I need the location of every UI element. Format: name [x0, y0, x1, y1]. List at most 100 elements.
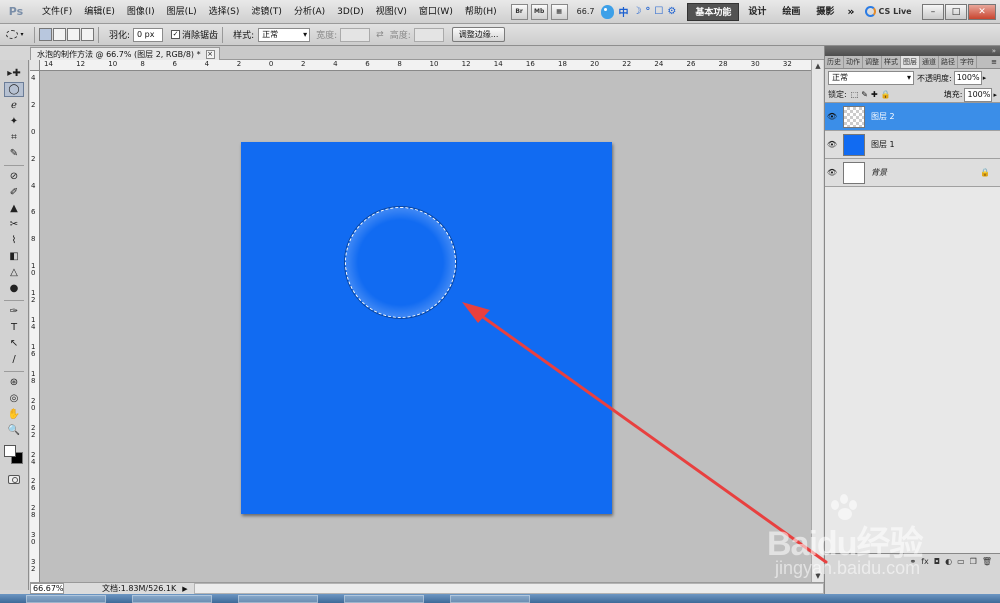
workspace-essentials[interactable]: 基本功能	[687, 2, 740, 21]
horizontal-ruler[interactable]: 14 12 10 8 6 4 2 0 2 4 6 8 10 12 14 16 18 20 22 24 26 28 30 32	[40, 60, 811, 71]
menu-view[interactable]: 视图(V)	[370, 1, 413, 23]
scroll-down-arrow-icon[interactable]: ▼	[813, 571, 823, 581]
ime-toolbar[interactable]: 中 ☽ ° ☐ ⚙	[598, 3, 679, 21]
status-zoom-field[interactable]: 66.67%	[30, 583, 64, 594]
collapse-arrow-icon[interactable]: »	[992, 47, 996, 55]
menu-edit[interactable]: 编辑(E)	[78, 1, 121, 23]
taskbar-item[interactable]	[26, 594, 106, 603]
subtract-selection-button[interactable]	[67, 28, 80, 41]
vertical-scrollbar[interactable]: ▲ ▼	[811, 60, 823, 582]
feather-input[interactable]: 0 px	[133, 27, 164, 42]
taskbar-item[interactable]	[132, 594, 212, 603]
fill-input[interactable]: 100%	[964, 87, 993, 102]
add-mask-icon[interactable]: ◘	[934, 557, 940, 566]
refine-edge-button[interactable]: 调整边缘...	[451, 27, 506, 42]
tab-history[interactable]: 历史	[825, 56, 844, 68]
layer-style-icon[interactable]: fx	[921, 557, 929, 566]
line-tool-icon[interactable]: /	[4, 352, 24, 367]
type-tool-icon[interactable]: T	[4, 320, 24, 335]
move-tool-icon[interactable]: ▸✚	[4, 66, 24, 81]
tab-styles[interactable]: 样式	[882, 56, 901, 68]
crop-tool-icon[interactable]: ⌗	[4, 130, 24, 145]
taskbar-item[interactable]	[344, 594, 424, 603]
tab-channels[interactable]: 通道	[920, 56, 939, 68]
ime-settings-icon[interactable]: ⚙	[667, 6, 676, 17]
menu-select[interactable]: 选择(S)	[203, 1, 246, 23]
tab-actions[interactable]: 动作	[844, 56, 863, 68]
gradient-tool-icon[interactable]: ◧	[4, 249, 24, 264]
minimize-button[interactable]: –	[922, 3, 944, 20]
clone-stamp-tool-icon[interactable]: ▲	[4, 201, 24, 216]
tool-preset-picker[interactable]: ▾	[0, 30, 30, 39]
panel-collapse-strip[interactable]: »	[825, 46, 1000, 56]
taskbar-item[interactable]	[450, 594, 530, 603]
panel-menu-icon[interactable]: ≡	[991, 56, 1000, 68]
tab-paths[interactable]: 路径	[939, 56, 958, 68]
eyedropper-tool-icon[interactable]: ✎	[4, 146, 24, 161]
eye-icon[interactable]: 👁	[825, 112, 839, 121]
new-group-icon[interactable]: ▭	[957, 557, 965, 566]
menu-image[interactable]: 图像(I)	[121, 1, 161, 23]
workspace-photography[interactable]: 摄影	[809, 3, 841, 21]
circular-selection-marquee[interactable]	[345, 207, 456, 318]
layer-name[interactable]: 背景	[871, 167, 887, 178]
brush-tool-icon[interactable]: ✐	[4, 185, 24, 200]
new-selection-button[interactable]	[39, 28, 52, 41]
tab-adjustments[interactable]: 调整	[863, 56, 882, 68]
lock-all-icon[interactable]: 🔒	[881, 90, 891, 99]
document-tab[interactable]: 水泡的制作方法 @ 66.7% (图层 2, RGB/8) * ×	[30, 47, 220, 60]
hand-tool-icon[interactable]: ✋	[4, 407, 24, 422]
layer-row-background[interactable]: 👁 背景 🔒	[825, 159, 1000, 187]
taskbar-item[interactable]	[238, 594, 318, 603]
ruler-origin[interactable]	[30, 60, 40, 71]
dodge-tool-icon[interactable]: ●	[4, 281, 24, 296]
quick-mask-icon[interactable]	[8, 475, 20, 484]
3d-orbit-tool-icon[interactable]: ◎	[4, 391, 24, 406]
lock-transparency-icon[interactable]: ⬚	[851, 90, 859, 99]
3d-rotate-tool-icon[interactable]: ⊛	[4, 375, 24, 390]
bridge-button[interactable]: Br	[510, 3, 528, 20]
menu-3d[interactable]: 3D(D)	[331, 1, 370, 23]
layer-row-1[interactable]: 👁 图层 1	[825, 131, 1000, 159]
menu-window[interactable]: 窗口(W)	[413, 1, 459, 23]
status-menu-arrow-icon[interactable]: ▶	[182, 585, 187, 593]
foreground-color-swatch[interactable]	[4, 445, 16, 457]
lasso-tool-icon[interactable]: ℯ	[4, 98, 24, 113]
canvas-workspace[interactable]	[40, 71, 811, 582]
eye-icon[interactable]: 👁	[825, 140, 839, 149]
menu-layer[interactable]: 图层(L)	[161, 1, 203, 23]
zoom-tool-icon[interactable]: 🔍	[4, 423, 24, 438]
tab-character[interactable]: 字符	[958, 56, 977, 68]
horizontal-scrollbar[interactable]	[193, 583, 824, 594]
scroll-up-arrow-icon[interactable]: ▲	[813, 61, 823, 71]
document-canvas[interactable]	[241, 142, 612, 514]
vertical-ruler[interactable]: 4 2 0 2 4 6 8 10 12 14 16 18 20 22 24 26 28 30 32	[30, 71, 40, 582]
path-selection-tool-icon[interactable]: ↖	[4, 336, 24, 351]
blend-mode-select[interactable]: 正常	[828, 71, 914, 85]
color-swatches[interactable]	[2, 443, 26, 467]
eraser-tool-icon[interactable]: ⌇	[4, 233, 24, 248]
ime-moon-icon[interactable]: ☽	[632, 6, 641, 17]
quick-selection-tool-icon[interactable]: ✦	[4, 114, 24, 129]
style-select[interactable]: 正常	[258, 27, 311, 42]
add-selection-button[interactable]	[53, 28, 66, 41]
lock-pixels-icon[interactable]: ✎	[861, 90, 868, 99]
menu-analysis[interactable]: 分析(A)	[288, 1, 331, 23]
maximize-button[interactable]: □	[945, 3, 967, 20]
pen-tool-icon[interactable]: ✑	[4, 304, 24, 319]
intersect-selection-button[interactable]	[81, 28, 94, 41]
healing-brush-tool-icon[interactable]: ⊘	[4, 169, 24, 184]
menu-filter[interactable]: 滤镜(T)	[245, 1, 288, 23]
fill-dropdown-icon[interactable]: ▸	[993, 91, 997, 99]
tab-layers[interactable]: 图层	[901, 56, 920, 68]
zoom-level[interactable]: 66.7	[577, 7, 595, 16]
menu-file[interactable]: 文件(F)	[36, 1, 78, 23]
ime-punct-icon[interactable]: °	[645, 6, 650, 17]
adjustment-layer-icon[interactable]: ◐	[945, 557, 952, 566]
antialias-checkbox[interactable]: ✓	[171, 30, 181, 39]
close-button[interactable]: ✕	[968, 3, 996, 20]
eye-icon[interactable]: 👁	[825, 168, 839, 177]
swap-icon[interactable]: ⇄	[376, 30, 384, 40]
blur-tool-icon[interactable]: △	[4, 265, 24, 280]
view-extras-button[interactable]: ▦	[550, 3, 568, 20]
